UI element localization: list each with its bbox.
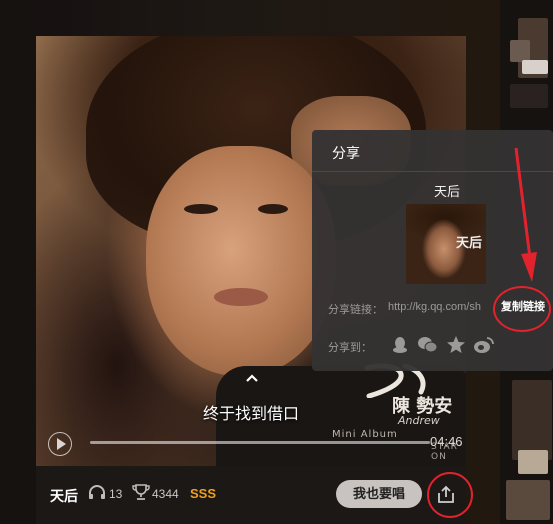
popup-album-thumbnail: 天后 — [406, 204, 486, 284]
blurred-thumb — [512, 380, 552, 460]
left-margin — [0, 0, 36, 524]
blurred-thumb — [510, 40, 530, 62]
blurred-thumb — [510, 84, 548, 108]
current-lyric: 终于找到借口 — [202, 406, 299, 423]
cover-eye-left — [184, 204, 218, 214]
highlight-share-button — [427, 472, 473, 518]
trophy-icon — [132, 484, 150, 504]
red-arrow-icon — [514, 147, 537, 282]
wechat-icon[interactable] — [417, 335, 438, 355]
album-mini-label: Mini Album — [332, 429, 398, 440]
blurred-thumb — [518, 450, 548, 474]
blurred-thumb — [506, 480, 550, 520]
listen-count: 13 — [109, 487, 123, 501]
weibo-icon[interactable] — [473, 335, 494, 355]
blurred-thumb — [522, 60, 548, 74]
grade-badge: SSS — [190, 486, 217, 501]
cover-face — [146, 146, 336, 376]
song-title: 天后 — [50, 488, 78, 504]
score: 4344 — [152, 487, 179, 501]
share-link-value[interactable]: http://kg.qq.com/sh — [388, 301, 492, 313]
duration-time: 04:46 — [430, 434, 463, 449]
share-to-label: 分享到： — [328, 342, 372, 354]
qzone-icon[interactable] — [446, 335, 466, 355]
sing-too-button[interactable]: 我也要唱 — [336, 480, 422, 508]
song-info-bar: 天后 13 4344 SSS 我也要唱 — [36, 466, 466, 524]
cover-eye-right — [258, 204, 288, 214]
thumb-title: 天后 — [455, 236, 482, 251]
cover-lips — [214, 288, 268, 306]
highlight-copy-link — [493, 286, 551, 332]
share-link-label: 分享链接： — [328, 304, 383, 316]
lyric-expand-icon[interactable] — [242, 372, 262, 384]
play-button[interactable] — [48, 432, 72, 456]
progress-bar[interactable] — [90, 441, 430, 444]
qq-icon[interactable] — [390, 335, 410, 355]
screenshot-root: 陳 勢安 Andrew Mini Album STAR ON 终于找到借口 04… — [0, 0, 553, 524]
headphone-icon — [88, 484, 106, 504]
popup-title: 分享 — [332, 146, 360, 162]
